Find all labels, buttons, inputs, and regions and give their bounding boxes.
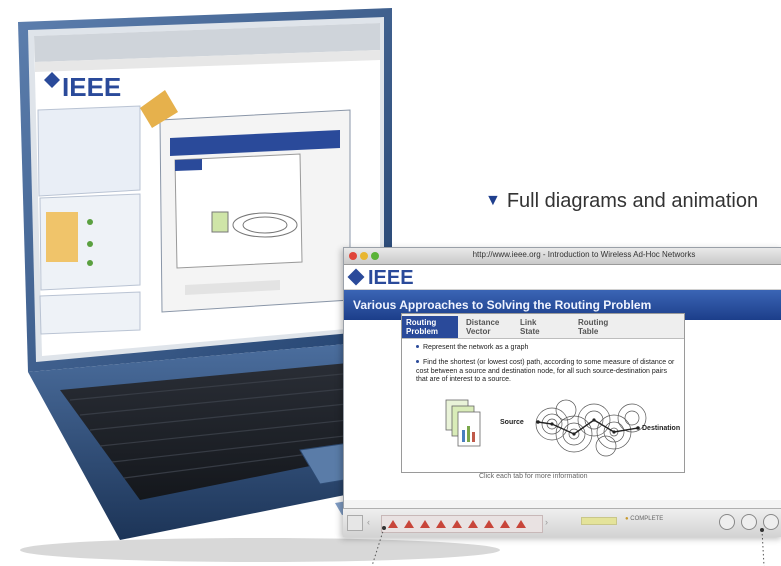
callout-lines: [371, 526, 765, 566]
page: { "caption": "Full diagrams and animatio…: [0, 0, 781, 566]
